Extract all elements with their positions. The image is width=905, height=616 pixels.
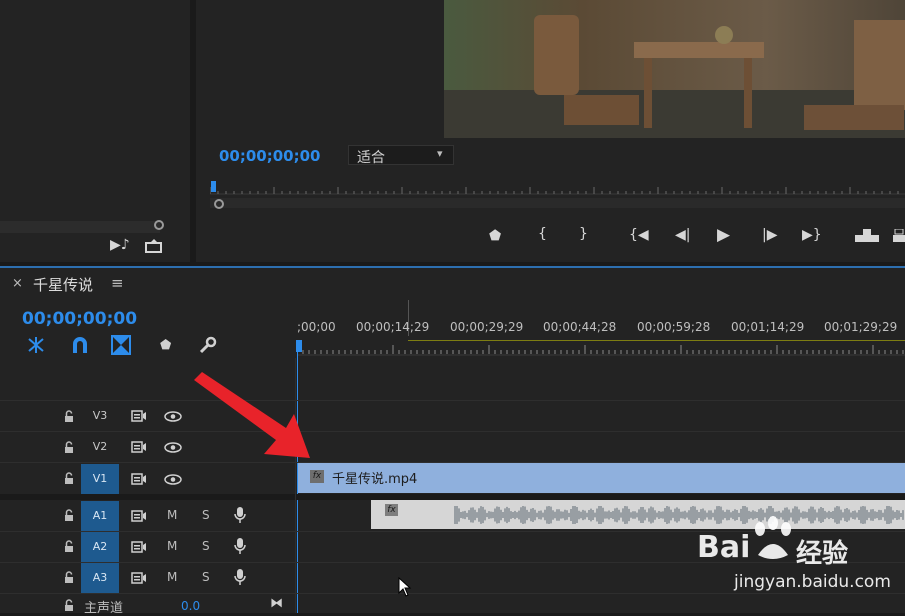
lift-icon[interactable] [854,229,880,243]
master-track-label: 主声道 [84,601,124,616]
source-panel: ▶♪ [0,0,190,262]
mute-button[interactable]: M [167,539,177,553]
chevron-down-icon: ▾ [437,147,443,160]
mute-button[interactable]: M [167,508,177,522]
track-header-a2: A2 M S [0,532,295,562]
lock-icon[interactable] [64,472,74,485]
linked-selection-icon[interactable] [111,335,131,355]
track-target-a3[interactable]: A3 [81,563,119,593]
track-header-master: 主声道 0.0 ⧓ [0,594,295,616]
wrench-icon[interactable] [199,336,217,354]
microphone-icon[interactable] [234,506,246,524]
lock-icon[interactable] [64,540,74,553]
snap-magnet-icon[interactable] [70,336,90,354]
sync-lock-icon[interactable] [131,572,147,584]
track-target-v2[interactable]: V2 [81,433,119,461]
ruler-label-5: 00;01;14;29 [731,320,805,334]
timeline-timecode[interactable]: 00;00;00;00 [22,309,137,329]
solo-button[interactable]: S [202,539,210,553]
program-timecode[interactable]: 00;00;00;00 [219,147,321,165]
extract-icon[interactable] [893,229,905,243]
source-scrollbar[interactable] [0,221,160,233]
lock-icon[interactable] [64,571,74,584]
track-header-a1: A1 M S [0,500,295,531]
lock-icon[interactable] [64,441,74,454]
audio-waveform [454,506,904,524]
mark-in-icon[interactable]: { [538,226,547,242]
zoom-select[interactable]: 适合 ▾ [348,145,454,166]
watermark-brand-cn: 经验 [796,539,849,569]
paw-logo-icon [750,515,796,565]
track-target-a2[interactable]: A2 [81,532,119,562]
go-to-out-icon[interactable]: ▶} [802,227,822,243]
track-header-a3: A3 M S [0,563,295,593]
play-icon[interactable]: ▶ [717,225,730,245]
playhead-handle[interactable] [296,340,302,352]
track-target-a1[interactable]: A1 [81,501,119,531]
sync-lock-icon[interactable] [131,410,147,422]
sync-lock-icon[interactable] [131,541,147,553]
eye-icon[interactable] [164,474,182,485]
export-frame-icon[interactable] [145,238,163,253]
ruler-label-3: 00;00;44;28 [543,320,617,334]
track-target-v3[interactable]: V3 [81,402,119,430]
nest-toggle-icon[interactable] [26,336,46,354]
track-target-v1[interactable]: V1 [81,464,119,494]
watermark-url: jingyan.baidu.com [734,572,891,592]
master-volume-value[interactable]: 0.0 [181,599,200,613]
lock-icon[interactable] [64,509,74,522]
add-marker-icon[interactable]: ⬟ [160,338,171,353]
go-to-edit-point-icon[interactable]: ⧓ [270,596,283,611]
ruler-label-6: 00;01;29;29 [824,320,898,334]
watermark-brand: Bai [697,530,751,565]
add-marker-icon[interactable]: ⬟ [489,228,501,244]
ruler-label-1: 00;00;14;29 [356,320,430,334]
program-monitor: 00;00;00;00 适合 ▾ ⬟ { } {◀ ◀| ▶ |▶ ▶} [196,0,905,262]
ruler-label-4: 00;00;59;28 [637,320,711,334]
ruler-label-0: ;00;00 [297,320,336,334]
microphone-icon[interactable] [234,568,246,586]
panel-menu-icon[interactable]: ≡ [111,274,124,292]
source-scroll-handle[interactable] [154,220,164,230]
mute-button[interactable]: M [167,570,177,584]
solo-button[interactable]: S [202,570,210,584]
lock-icon[interactable] [64,599,74,612]
mouse-cursor-icon [398,577,412,597]
ruler-label-2: 00;00;29;29 [450,320,524,334]
lock-icon[interactable] [64,410,74,423]
insert-audio-icon[interactable]: ▶♪ [110,237,130,253]
fx-badge: fx [310,470,324,483]
program-mini-ruler[interactable] [210,180,905,210]
solo-button[interactable]: S [202,508,210,522]
sync-lock-icon[interactable] [131,441,147,453]
microphone-icon[interactable] [234,537,246,555]
red-arrow-annotation [194,372,310,458]
sync-lock-icon[interactable] [131,473,147,485]
mark-out-icon[interactable]: } [579,226,588,242]
sync-lock-icon[interactable] [131,510,147,522]
video-preview [444,0,905,138]
close-icon[interactable]: × [12,276,23,291]
eye-icon[interactable] [164,442,182,453]
zoom-select-value: 适合 [357,150,385,166]
video-clip-name: 千星传说.mp4 [332,472,418,487]
step-forward-icon[interactable]: |▶ [762,227,777,243]
sequence-tab-title[interactable]: 千星传说 [33,274,93,295]
video-clip[interactable]: fx 千星传说.mp4 [298,463,905,493]
eye-icon[interactable] [164,411,182,422]
audio-clip[interactable]: fx [371,500,905,529]
step-back-icon[interactable]: ◀| [675,227,690,243]
go-to-in-icon[interactable]: {◀ [629,227,649,243]
